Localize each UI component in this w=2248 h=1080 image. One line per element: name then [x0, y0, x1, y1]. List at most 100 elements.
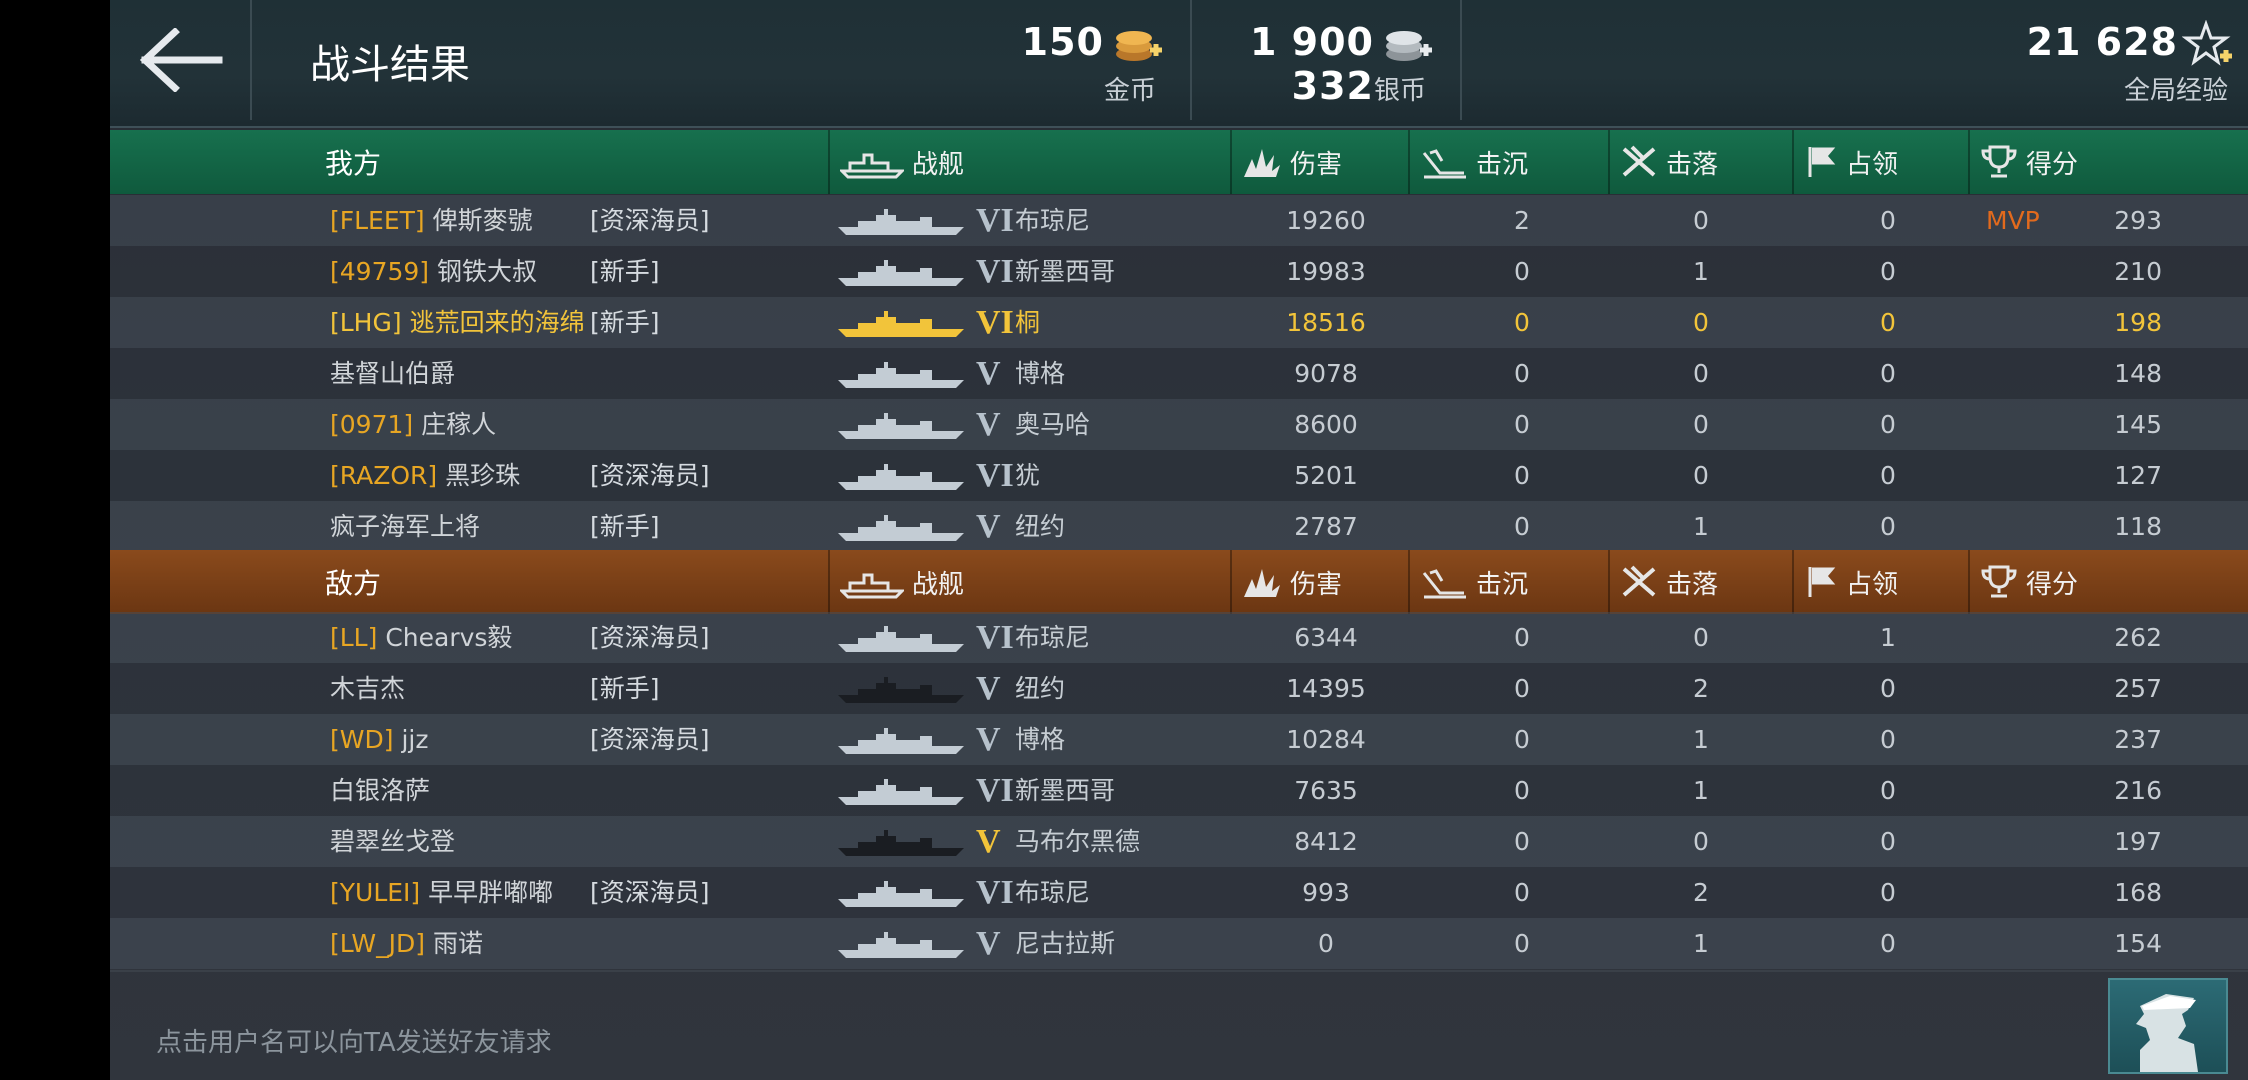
back-button[interactable] [110, 0, 252, 120]
silver-balance[interactable]: 1 900 332 银币 [1200, 14, 1440, 114]
player-row[interactable]: 疯子海军上将 [新手] V 纽约 2787 0 1 0 118 [110, 501, 2248, 552]
ship-icon-wrap [836, 358, 966, 396]
player-rank: [新手] [590, 257, 660, 286]
our-team-header: 我方 战舰 伤害 击沉 击落 占领 得分 [110, 130, 2248, 194]
downed-value: 0 [1693, 623, 1709, 652]
capture-value: 0 [1880, 878, 1896, 907]
player-row[interactable]: [WD] jjz [资深海员] V 博格 10284 0 1 0 237 [110, 714, 2248, 765]
player-name-link[interactable]: [LL] Chearvs毅 [330, 612, 512, 663]
sunk-value: 0 [1514, 725, 1530, 754]
ship-name: 尼古拉斯 [1015, 929, 1116, 958]
player-row[interactable]: [FLEET] 俾斯麥號 [资深海员] VI 布琼尼 19260 2 0 0 MVP 293 [110, 195, 2248, 246]
ship-tier: VI [976, 202, 1014, 239]
player-row[interactable]: 碧翠丝戈登 V 马布尔黑德 8412 0 0 0 197 [110, 816, 2248, 867]
ship-silhouette-icon [838, 413, 964, 439]
player-name-link[interactable]: [LW_JD] 雨诺 [330, 918, 483, 969]
ship-tier: VI [976, 253, 1014, 290]
ship-silhouette-icon [838, 830, 964, 856]
player-name-link[interactable]: [RAZOR] 黑珍珠 [330, 450, 520, 501]
damage-value: 19260 [1286, 206, 1366, 235]
player-row[interactable]: [LW_JD] 雨诺 V 尼古拉斯 0 0 1 0 154 [110, 918, 2248, 969]
ship-tier: VI [976, 304, 1014, 341]
gold-balance[interactable]: 150 金币 [980, 14, 1170, 114]
player-row[interactable]: 白银洛萨 VI 新墨西哥 7635 0 1 0 216 [110, 765, 2248, 816]
ship-silhouette-icon [838, 728, 964, 754]
player-name: 疯子海军上将 [330, 512, 481, 541]
player-row[interactable]: 木吉杰 [新手] V 纽约 14395 0 2 0 257 [110, 663, 2248, 714]
player-name: 基督山伯爵 [330, 359, 456, 388]
col-damage: 伤害 [1230, 550, 1408, 614]
player-row[interactable]: 基督山伯爵 V 博格 9078 0 0 0 148 [110, 348, 2248, 399]
clan-tag: [FLEET] [330, 206, 425, 235]
damage-value: 10284 [1286, 725, 1366, 754]
player-name-link[interactable]: [WD] jjz [330, 714, 428, 765]
score-value: 197 [2114, 827, 2162, 856]
ship-name: 新墨西哥 [1015, 257, 1116, 286]
downed-value: 0 [1693, 461, 1709, 490]
sunk-value: 0 [1514, 512, 1530, 541]
ship-icon-wrap [836, 409, 966, 447]
player-row[interactable]: [LHG] 逃荒回来的海绵 [新手] VI 桐 18516 0 0 0 198 [110, 297, 2248, 348]
player-name-link[interactable]: 碧翠丝戈登 [330, 816, 455, 867]
col-downed: 击落 [1608, 550, 1792, 614]
player-name-link[interactable]: 基督山伯爵 [330, 348, 455, 399]
score-value: 210 [2114, 257, 2162, 286]
clan-tag: [WD] [330, 725, 394, 754]
downed-value: 0 [1693, 206, 1709, 235]
sunk-value: 0 [1514, 359, 1530, 388]
back-arrow-icon [139, 28, 223, 92]
sunk-value: 0 [1514, 308, 1530, 337]
ship-tier: V [976, 406, 1001, 443]
player-row[interactable]: [LL] Chearvs毅 [资深海员] VI 布琼尼 6344 0 0 1 262 [110, 612, 2248, 663]
player-name-link[interactable]: 白银洛萨 [330, 765, 430, 816]
player-name-link[interactable]: [0971] 庄稼人 [330, 399, 496, 450]
downed-value: 0 [1693, 410, 1709, 439]
player-rank: [资深海员] [590, 206, 710, 235]
captain-profile-button[interactable] [2108, 978, 2228, 1074]
clan-tag: [LL] [330, 623, 378, 652]
explosion-icon [1244, 149, 1280, 177]
ship-icon-wrap [836, 673, 966, 711]
ship-icon-wrap [836, 205, 966, 243]
col-capture: 占领 [1792, 550, 1968, 614]
player-name-link[interactable]: [YULEI] 早早胖嘟嘟 [330, 867, 553, 918]
col-sunk: 击沉 [1408, 130, 1608, 194]
player-name: 黑珍珠 [445, 461, 521, 490]
clan-tag: [YULEI] [330, 878, 421, 907]
player-name: 白银洛萨 [330, 776, 431, 805]
player-row[interactable]: [0971] 庄稼人 V 奥马哈 8600 0 0 0 145 [110, 399, 2248, 450]
player-name-link[interactable]: [49759] 钢铁大叔 [330, 246, 537, 297]
ship-silhouette-icon [838, 932, 964, 958]
top-bar: 战斗结果 150 金币 1 900 332 银币 21 628 全局经验 [110, 0, 2248, 128]
player-name-link[interactable]: [LHG] 逃荒回来的海绵 [330, 297, 585, 348]
score-value: 154 [2114, 929, 2162, 958]
sunk-value: 0 [1514, 257, 1530, 286]
damage-value: 18516 [1286, 308, 1366, 337]
ship-silhouette-icon [838, 362, 964, 388]
capture-value: 0 [1880, 776, 1896, 805]
trophy-icon [1981, 145, 2017, 178]
ship-icon-wrap [836, 826, 966, 864]
player-name-link[interactable]: 木吉杰 [330, 663, 405, 714]
player-row[interactable]: [YULEI] 早早胖嘟嘟 [资深海员] VI 布琼尼 993 0 2 0 168 [110, 867, 2248, 918]
ship-tier: V [976, 823, 1001, 860]
col-sunk: 击沉 [1408, 550, 1608, 614]
score-value: 257 [2114, 674, 2162, 703]
ship-tier: V [976, 355, 1001, 392]
sinking-ship-icon [1422, 149, 1466, 179]
player-name-link[interactable]: [FLEET] 俾斯麥號 [330, 195, 533, 246]
downed-value: 2 [1693, 878, 1709, 907]
ship-icon-wrap [836, 724, 966, 762]
divider [1190, 0, 1192, 120]
global-exp-balance[interactable]: 21 628 全局经验 [1480, 14, 2242, 114]
player-row[interactable]: [49759] 钢铁大叔 [新手] VI 新墨西哥 19983 0 1 0 210 [110, 246, 2248, 297]
ship-name: 博格 [1015, 359, 1066, 388]
flag-icon [1808, 147, 1836, 177]
ship-name: 纽约 [1015, 674, 1066, 703]
ship-tier: VI [976, 619, 1014, 656]
player-name-link[interactable]: 疯子海军上将 [330, 501, 480, 552]
explosion-icon [1244, 569, 1280, 597]
downed-value: 0 [1693, 359, 1709, 388]
score-value: 293 [2114, 206, 2162, 235]
player-row[interactable]: [RAZOR] 黑珍珠 [资深海员] VI 犹 5201 0 0 0 127 [110, 450, 2248, 501]
